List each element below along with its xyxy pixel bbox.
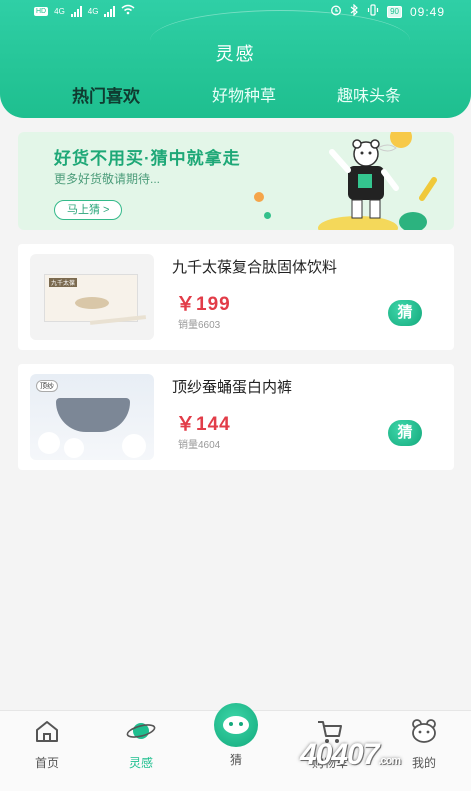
tab-fun-headlines[interactable]: 趣味头条 [337,82,401,106]
banner-title: 好货不用买·猜中就拿走 [54,149,241,168]
category-tabs: 热门喜欢 好物种草 趣味头条 [0,82,471,106]
product-sales: 销量6603 [178,320,221,331]
cocoon-decoration [38,432,60,454]
dot-decoration-2 [264,212,271,219]
tabbar-item-home[interactable]: 首页 [17,717,77,771]
watermark-text: 40407 [300,738,379,771]
product-card[interactable]: 九千太葆 九千太葆复合肽固体饮料 ￥199 销量6603 猜 [18,244,454,350]
watermark-suffix: .com [378,755,401,767]
site-watermark: 40407.com [300,738,401,772]
product-box-shape: 九千太葆 [44,274,138,322]
page-title: 灵感 [215,44,256,64]
planet-icon [126,723,156,739]
product-price: ￥144 [176,414,231,435]
product-box-brand: 九千太葆 [49,278,78,287]
guess-button[interactable]: 猜 [388,300,422,326]
bear-profile-icon [412,719,436,743]
product-box-graphic [75,297,109,309]
guess-face-icon[interactable] [214,703,258,747]
tabbar-item-profile[interactable]: 我的 [394,717,454,771]
battery-indicator: 90 [387,5,402,18]
product-garment-shape [56,398,130,432]
tabbar-label-inspiration: 灵感 [128,756,153,770]
product-image: 九千太葆 [30,254,154,340]
bear-mascot-icon [318,139,437,230]
tab-good-products[interactable]: 好物种草 [212,82,276,106]
banner-subtitle: 更多好货敬请期待... [54,172,161,186]
signal-icon-2 [104,5,116,17]
cocoon-decoration-3 [122,434,146,458]
status-left: HD 4G 4G [34,4,135,18]
cocoon-decoration-2 [64,438,84,458]
dot-decoration [254,192,264,202]
product-price: ￥199 [176,294,231,315]
guess-button[interactable]: 猜 [388,420,422,446]
product-card[interactable]: 顶纱 顶纱蚕蛹蛋白内裤 ￥144 销量4604 猜 [18,364,454,470]
product-name: 顶纱蚕蛹蛋白内裤 [172,379,293,396]
tabbar-label-guess[interactable]: 猜 [214,751,258,768]
network-label: 4G [54,6,65,16]
alarm-icon [330,4,342,19]
guess-promo-banner[interactable]: 好货不用买·猜中就拿走 更多好货敬请期待... 马上猜 > [18,132,454,230]
signal-icon [70,5,82,17]
product-sales: 销量4604 [178,440,221,451]
hd-badge: HD [34,6,49,16]
product-image: 顶纱 [30,374,154,460]
tabbar-item-inspiration[interactable]: 灵感 [111,717,171,771]
home-icon [36,721,58,742]
top-header: HD 4G 4G 90 09:49 灵感 热门喜欢 好物种草 趣味头条 [0,0,471,118]
clock: 09:49 [409,4,445,19]
bluetooth-icon [350,3,359,19]
wifi-icon [121,4,135,18]
vibrate-icon [367,4,379,19]
tabbar-label-profile: 我的 [411,756,436,770]
guess-now-button[interactable]: 马上猜 > [54,200,123,220]
product-name: 九千太葆复合肽固体饮料 [172,259,338,276]
product-logo: 顶纱 [36,380,58,392]
status-right: 90 09:49 [330,3,445,19]
status-bar: HD 4G 4G 90 09:49 [0,0,471,26]
tab-hot-favorites[interactable]: 热门喜欢 [72,82,140,107]
network-label-2: 4G [87,6,99,16]
bottom-tab-bar: 首页 灵感 猜 购物车 我的 [0,703,471,791]
tabbar-label-home: 首页 [34,756,59,770]
